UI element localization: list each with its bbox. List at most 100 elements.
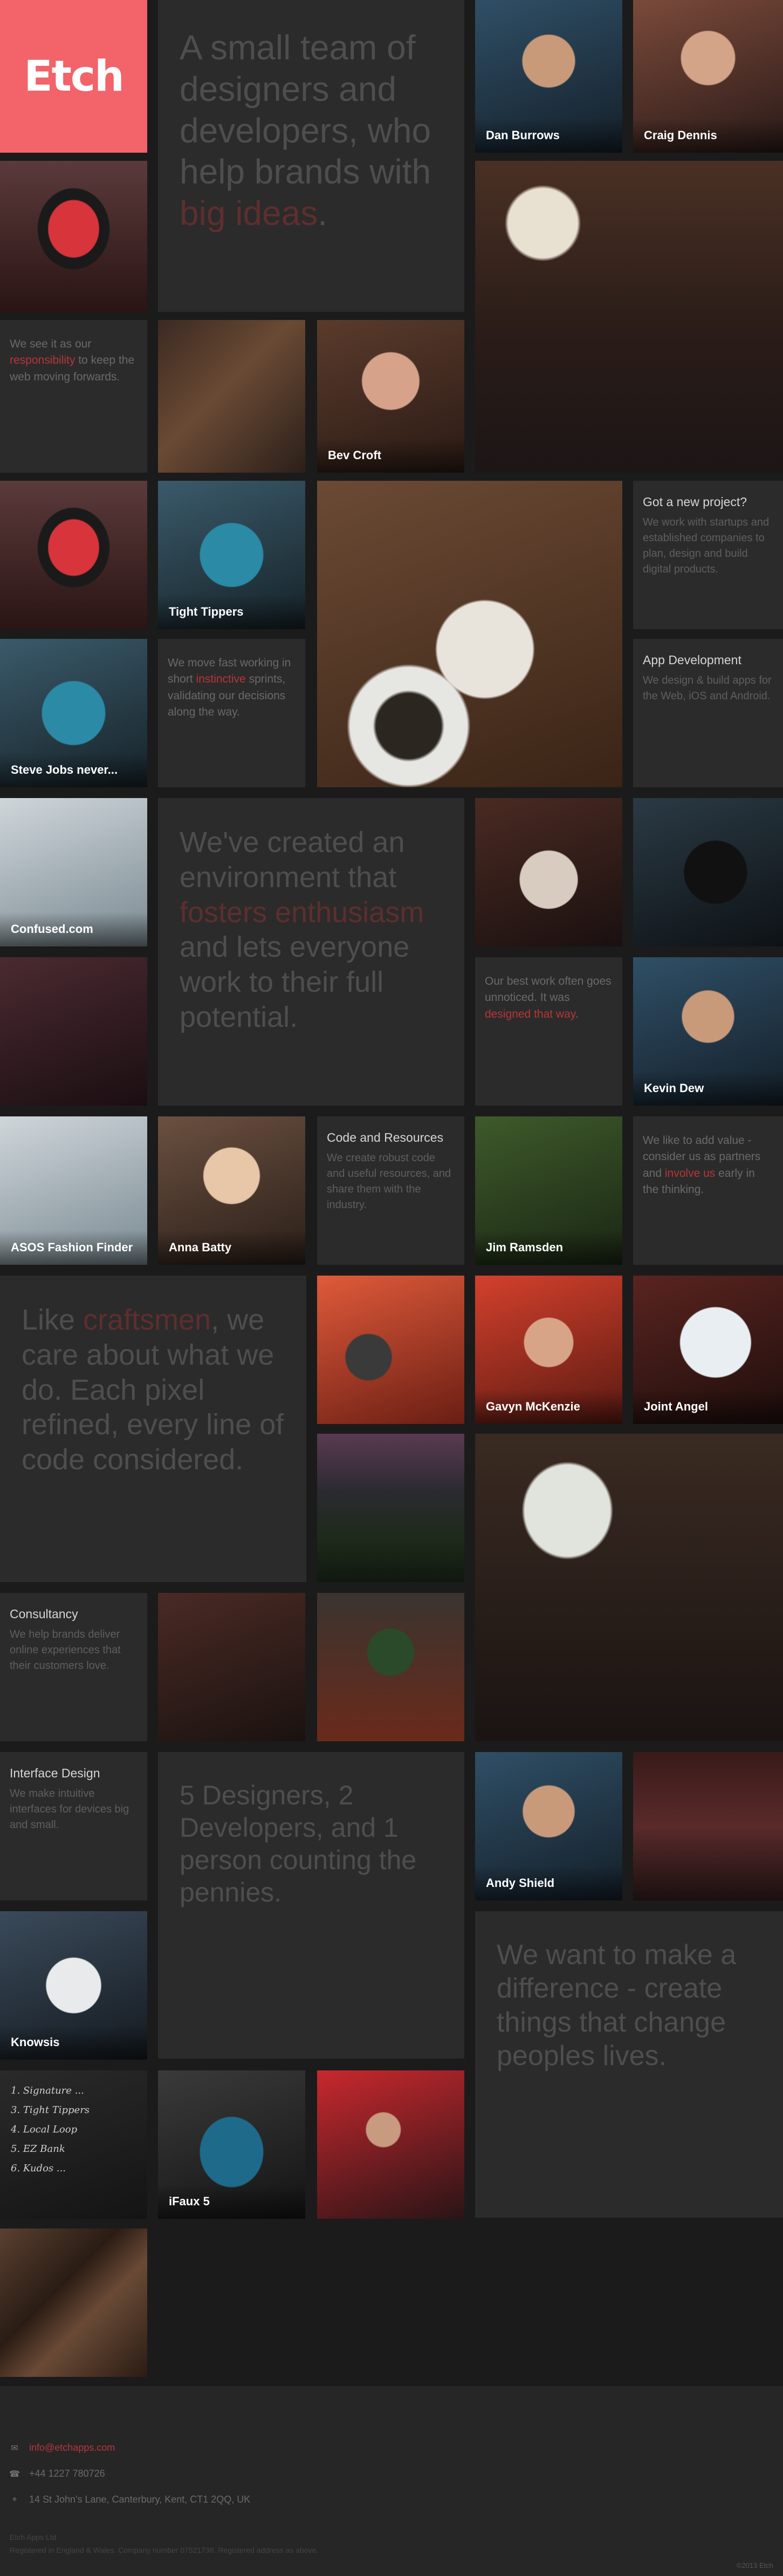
project-tight-tippers[interactable]: Tight Tippers (158, 481, 305, 629)
hero-team-text: 5 Designers, 2 Developers, and 1 person … (180, 1780, 417, 1907)
blurb-text: Our best work often goes unnoticed. It w… (485, 975, 612, 1004)
footer-address: 14 St John's Lane, Canterbury, Kent, CT1… (29, 2494, 251, 2505)
hero-env-highlight: fosters enthusiasm (180, 896, 424, 929)
service-title: Got a new project? (643, 495, 747, 509)
footer-legal: Registered in England & Wales. Company n… (10, 2546, 319, 2554)
service-title: Code and Resources (327, 1130, 444, 1144)
studio-desk-red-photo (317, 1276, 464, 1424)
project-knowsis[interactable]: Knowsis (0, 1911, 147, 2060)
blurb-highlight: instinctive (196, 673, 246, 686)
volume-knob-photo (633, 1752, 783, 1900)
footer-email-row: ✉ info@etchapps.com (10, 2442, 115, 2454)
partners-blurb: We like to add value - consider us as pa… (633, 1116, 783, 1265)
project-laptop-photo (0, 481, 147, 629)
team-name: Gavyn McKenzie (475, 1389, 622, 1424)
hero-craft-text: Like (22, 1304, 84, 1336)
working-laptop-photo (158, 1593, 305, 1741)
office-working-photo (317, 2070, 464, 2219)
service-code-resources[interactable]: Code and Resources We create robust code… (317, 1116, 464, 1265)
chalk-line: 5. EZ Bank (11, 2143, 65, 2155)
coffee-table-photo (317, 481, 622, 787)
team-member-jim[interactable]: Jim Ramsden (475, 1116, 622, 1265)
team-name: Kevin Dew (633, 1071, 783, 1106)
trees-photo (317, 1434, 464, 1582)
footer-company: Etch Apps Ltd (10, 2533, 57, 2541)
phone-icon: ☎ (9, 2469, 20, 2479)
team-member-craig[interactable]: Craig Dennis (633, 0, 783, 153)
team-member-kevin[interactable]: Kevin Dew (633, 957, 783, 1106)
service-new-project[interactable]: Got a new project? We work with startups… (633, 481, 783, 629)
hero-intro-text: A small team of designers and developers… (180, 28, 431, 192)
site-footer: ✉ info@etchapps.com ☎ +44 1227 780726 ⌖ … (0, 2386, 783, 2576)
blurb-highlight: designed that way (485, 1007, 575, 1020)
blurb-highlight: involve us (664, 1167, 716, 1180)
footer-phone-row: ☎ +44 1227 780726 (9, 2468, 105, 2479)
hero-difference-text: We want to make a difference - create th… (497, 1939, 737, 2072)
project-name: Joint Angel (633, 1389, 783, 1424)
studio-desk-photo (158, 320, 305, 473)
service-body: We work with startups and established co… (643, 516, 770, 575)
timber-beams-photo (0, 2229, 147, 2377)
project-name: Confused.com (0, 912, 147, 946)
hero-env-text: We've created an environment that (180, 826, 405, 894)
service-title: Consultancy (10, 1607, 78, 1621)
project-ifaux[interactable]: iFaux 5 (158, 2070, 305, 2219)
blurb-text: We see it as our (10, 338, 92, 350)
service-title: Interface Design (10, 1766, 100, 1780)
location-pin-icon: ⌖ (12, 2495, 17, 2504)
hero-environment: We've created an environment that foster… (158, 798, 464, 1106)
lounge-photo (475, 1434, 783, 1741)
service-interface-design[interactable]: Interface Design We make intuitive inter… (0, 1752, 147, 1900)
chalk-line: 6. Kudos ... (11, 2163, 66, 2174)
service-app-development[interactable]: App Development We design & build apps f… (633, 639, 783, 787)
office-mac-photo (0, 161, 147, 312)
team-name: Jim Ramsden (475, 1230, 622, 1265)
project-name: Steve Jobs never... (0, 753, 147, 787)
project-name: ASOS Fashion Finder (0, 1230, 147, 1265)
project-asos[interactable]: ASOS Fashion Finder (0, 1116, 147, 1265)
studio-room-photo (475, 161, 783, 473)
hero-intro-highlight: big ideas (180, 194, 318, 233)
hero-env-end: and lets everyone work to their full pot… (180, 931, 410, 1033)
project-name: Knowsis (0, 2025, 147, 2060)
team-member-bev[interactable]: Bev Croft (317, 320, 464, 473)
team-name: Andy Shield (475, 1866, 622, 1900)
service-body: We design & build apps for the Web, iOS … (643, 674, 772, 702)
blurb-text-end: . (575, 1007, 579, 1020)
hero-difference: We want to make a difference - create th… (475, 1911, 783, 2218)
chalk-line: 1. Signature ... (11, 2085, 84, 2096)
stag-cushion-photo (475, 798, 622, 946)
footer-credit: ©2013 Etch (736, 2561, 773, 2570)
hero-intro-end: . (318, 194, 327, 233)
service-consultancy[interactable]: Consultancy We help brands deliver onlin… (0, 1593, 147, 1741)
project-joint-angel[interactable]: Joint Angel (633, 1276, 783, 1424)
team-member-anna[interactable]: Anna Batty (158, 1116, 305, 1265)
project-name: iFaux 5 (158, 2184, 305, 2219)
chalkboard-text: 1. Signature ... 3. Tight Tippers 4. Loc… (11, 2081, 90, 2178)
window-photo (0, 957, 147, 1106)
chalk-line: 3. Tight Tippers (11, 2104, 90, 2116)
chalkboard-photo: 1. Signature ... 3. Tight Tippers 4. Loc… (0, 2070, 147, 2219)
team-member-dan[interactable]: Dan Burrows (475, 0, 622, 153)
team-name: Craig Dennis (633, 118, 783, 153)
team-name: Bev Croft (317, 438, 464, 473)
plant-photo (317, 1593, 464, 1741)
etch-logo[interactable]: Etch (0, 0, 147, 153)
footer-address-row: ⌖ 14 St John's Lane, Canterbury, Kent, C… (10, 2494, 250, 2505)
footer-email-link[interactable]: info@etchapps.com (29, 2442, 115, 2454)
team-name: Anna Batty (158, 1230, 305, 1265)
chalk-line: 4. Local Loop (11, 2124, 78, 2135)
project-steve-jobs[interactable]: Steve Jobs never... (0, 639, 147, 787)
project-confused[interactable]: Confused.com (0, 798, 147, 946)
team-name: Dan Burrows (475, 118, 622, 153)
hero-craft-highlight: craftsmen (83, 1304, 211, 1336)
hero-intro: A small team of designers and developers… (158, 0, 464, 312)
record-player-photo (633, 798, 783, 946)
best-work-blurb: Our best work often goes unnoticed. It w… (475, 957, 622, 1106)
mail-icon: ✉ (11, 2443, 18, 2453)
team-member-andy[interactable]: Andy Shield (475, 1752, 622, 1900)
sprints-blurb: We move fast working in short instinctiv… (158, 639, 305, 787)
project-name: Tight Tippers (158, 595, 305, 629)
team-member-gavyn[interactable]: Gavyn McKenzie (475, 1276, 622, 1424)
hero-craftsmen: Like craftsmen, we care about what we do… (0, 1276, 306, 1582)
